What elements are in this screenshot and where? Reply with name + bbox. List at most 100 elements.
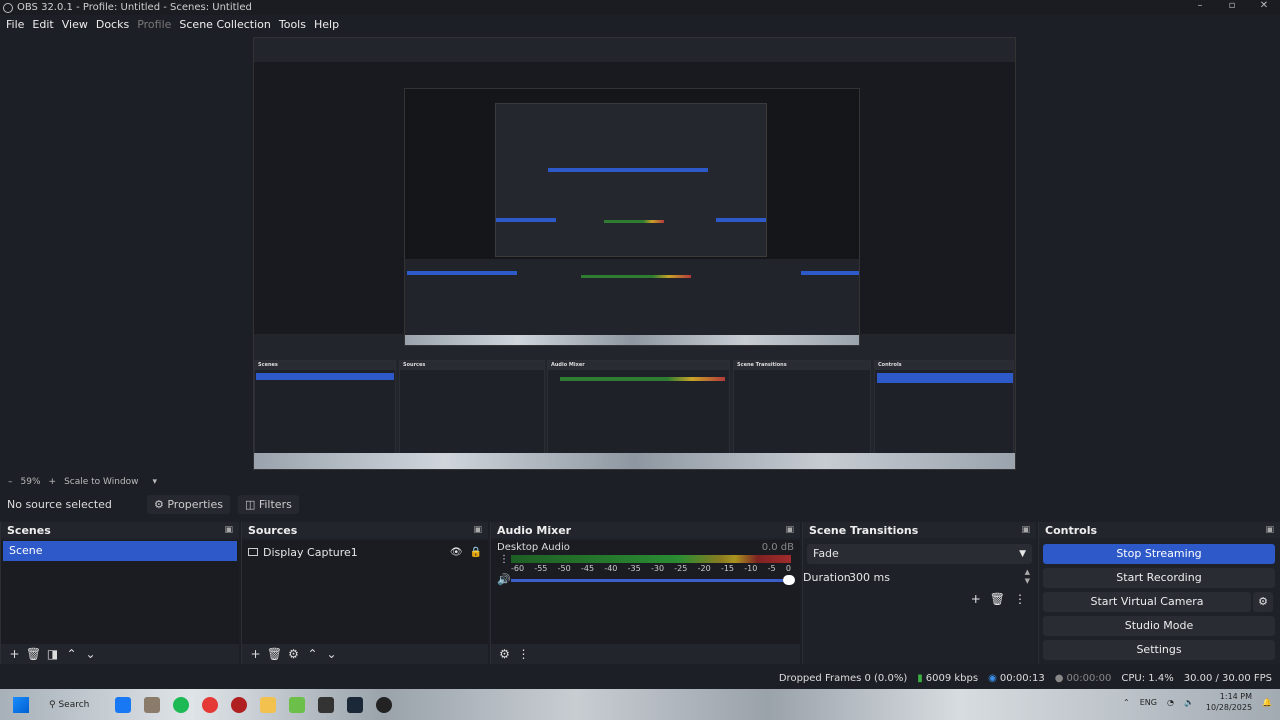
move-scene-up-button[interactable]: ⌃ <box>62 647 81 661</box>
edge-icon[interactable] <box>115 696 132 713</box>
menu-help[interactable]: Help <box>314 18 339 31</box>
chevron-up-icon[interactable]: ⌃ <box>1123 698 1130 707</box>
source-item[interactable]: Display Capture1 👁 🔒 <box>248 544 482 560</box>
monitor-icon <box>248 548 258 556</box>
transition-select[interactable]: Fade ▼ <box>807 544 1032 564</box>
menu-scene-collection[interactable]: Scene Collection <box>179 18 270 31</box>
volume-slider[interactable] <box>511 579 789 582</box>
nested-preview <box>254 62 1015 346</box>
undock-icon[interactable]: ▣ <box>473 525 482 535</box>
preview-capture: Scenes Sources Audio Mixer Scene Transit… <box>253 37 1016 470</box>
meter-tick: -5 <box>767 564 776 573</box>
wifi-icon[interactable]: ◔ <box>1167 698 1174 707</box>
folder-icon[interactable] <box>260 696 277 713</box>
filters-button[interactable]: ◫ Filters <box>237 494 299 514</box>
undock-icon[interactable]: ▣ <box>785 525 794 535</box>
scene-filters-button[interactable]: ◨ <box>43 647 62 661</box>
menu-profile[interactable]: Profile <box>137 18 171 31</box>
remove-source-button[interactable]: 🗑 <box>265 647 284 661</box>
store-icon[interactable] <box>144 696 161 713</box>
notification-icon[interactable]: 🔔 <box>1262 698 1272 707</box>
transition-value: Fade <box>813 547 839 560</box>
virtual-camera-settings-icon[interactable]: ⚙ <box>1253 592 1273 612</box>
app-icon[interactable] <box>289 696 306 713</box>
undock-icon[interactable]: ▣ <box>224 525 233 535</box>
chevron-down-icon[interactable]: ▾ <box>153 477 158 487</box>
nested-transitions-title: Scene Transitions <box>734 361 870 370</box>
speaker-icon[interactable]: 🔊 <box>497 573 511 586</box>
chrome-icon[interactable] <box>202 696 219 713</box>
menu-file[interactable]: File <box>6 18 24 31</box>
windows-start-icon[interactable] <box>13 696 29 713</box>
obs-icon[interactable] <box>376 696 393 713</box>
menu-tools[interactable]: Tools <box>279 18 306 31</box>
nested-scenes-title: Scenes <box>255 361 395 370</box>
spotify-icon[interactable] <box>173 696 190 713</box>
clock-time: 1:14 PM <box>1219 692 1253 701</box>
source-properties-button[interactable]: ⚙ <box>284 647 303 661</box>
nested-meter <box>604 220 664 223</box>
minimize-button[interactable]: – <box>1184 0 1216 11</box>
source-toolbar: No source selected ⚙ Properties ◫ Filter… <box>0 492 1280 516</box>
scenes-header: Scenes ▣ <box>1 522 239 538</box>
signal-icon: ▮ <box>917 672 923 684</box>
bitrate: 6009 kbps <box>925 672 979 684</box>
eye-icon[interactable]: 👁 <box>450 547 463 558</box>
scale-mode-select[interactable]: Scale to Window <box>64 477 138 487</box>
meter-tick: -40 <box>604 564 618 573</box>
studio-mode-button[interactable]: Studio Mode <box>1043 616 1275 636</box>
sources-dock: Sources ▣ Display Capture1 👁 🔒 + 🗑 ⚙ ⌃ ⌄ <box>241 522 488 664</box>
properties-button[interactable]: ⚙ Properties <box>147 494 230 514</box>
volume-icon[interactable]: 🔈 <box>1184 698 1194 707</box>
close-button[interactable]: ✕ <box>1248 0 1280 11</box>
zoom-in-button[interactable]: + <box>49 477 57 487</box>
add-scene-button[interactable]: + <box>5 647 24 661</box>
lock-icon[interactable]: 🔒 <box>470 547 482 558</box>
sources-title: Sources <box>248 523 298 537</box>
nested-scenes-dock: Scenes <box>254 360 396 456</box>
menu-edit[interactable]: Edit <box>32 18 53 31</box>
add-source-button[interactable]: + <box>246 647 265 661</box>
undock-icon[interactable]: ▣ <box>1265 525 1274 535</box>
menu-view[interactable]: View <box>62 18 88 31</box>
remove-transition-button[interactable]: 🗑 <box>990 592 1005 606</box>
app-icon[interactable] <box>231 696 248 713</box>
move-source-up-button[interactable]: ⌃ <box>303 647 322 661</box>
audio-mixer-title: Audio Mixer <box>497 523 572 537</box>
terminal-icon[interactable] <box>318 696 335 713</box>
mixer-menu-button[interactable]: ⋮ <box>514 647 533 661</box>
nested-taskbar <box>254 453 1015 469</box>
start-virtual-camera-button[interactable]: Start Virtual Camera <box>1043 592 1251 612</box>
chevron-down-icon: ▼ <box>1019 549 1026 559</box>
settings-button[interactable]: Settings <box>1043 640 1275 660</box>
meter-tick: -30 <box>650 564 665 573</box>
undock-icon[interactable]: ▣ <box>1021 525 1030 535</box>
duration-field[interactable]: 300 ms <box>845 568 1023 588</box>
sources-list: Display Capture1 👁 🔒 <box>242 540 488 644</box>
move-source-down-button[interactable]: ⌄ <box>322 647 341 661</box>
dropped-frames: Dropped Frames 0 (0.0%) <box>778 672 908 684</box>
scene-item[interactable]: Scene <box>3 541 237 561</box>
nested-stripe <box>548 168 708 172</box>
search-label: Search <box>58 699 90 710</box>
menu-docks[interactable]: Docks <box>96 18 129 31</box>
language-indicator[interactable]: ENG <box>1140 698 1157 707</box>
nested-scene-stripe <box>407 271 517 275</box>
meter-tick: -50 <box>557 564 571 573</box>
transition-menu-button[interactable]: ⋮ <box>1014 592 1026 606</box>
clock[interactable]: 1:14 PM 10/28/2025 <box>1206 691 1252 713</box>
mixer-settings-button[interactable]: ⚙ <box>495 647 514 661</box>
remove-scene-button[interactable]: 🗑 <box>24 647 43 661</box>
channel-menu-icon[interactable]: ⋮ <box>499 554 509 565</box>
zoom-out-button[interactable]: – <box>8 477 13 487</box>
duration-stepper[interactable]: ▲ ▼ <box>1025 568 1030 586</box>
volume-slider-handle[interactable] <box>783 575 795 585</box>
stop-streaming-button[interactable]: Stop Streaming <box>1043 544 1275 564</box>
transition-tools: + 🗑 ⋮ <box>962 592 1026 606</box>
start-recording-button[interactable]: Start Recording <box>1043 568 1275 588</box>
maximize-button[interactable]: ▫ <box>1216 0 1248 11</box>
taskbar-search[interactable]: ⚲ Search <box>49 700 89 710</box>
add-transition-button[interactable]: + <box>971 592 981 606</box>
move-scene-down-button[interactable]: ⌄ <box>81 647 100 661</box>
steam-icon[interactable] <box>347 696 364 713</box>
